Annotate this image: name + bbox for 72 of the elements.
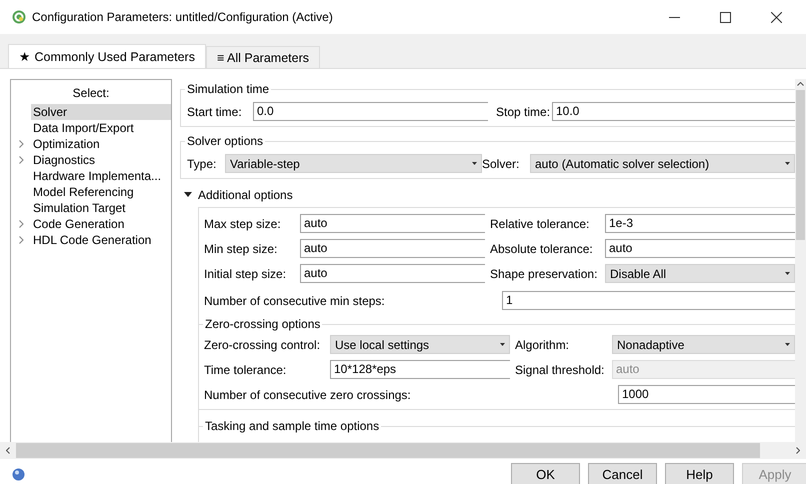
sidebar-item[interactable]: Code Generation [31, 216, 171, 232]
maximize-icon[interactable] [720, 12, 731, 22]
input-field[interactable]: 10*128*eps [330, 360, 510, 379]
caret-icon [472, 162, 477, 165]
sidebar-item[interactable]: Diagnostics [31, 152, 171, 168]
sidebar-item[interactable]: Simulation Target [31, 200, 171, 216]
group-title: Solver options [185, 134, 266, 148]
input-field[interactable]: 1e-3 [605, 214, 795, 233]
input-field[interactable]: 1 [502, 291, 795, 310]
dialog-button[interactable]: Cancel [588, 463, 657, 484]
close-icon[interactable] [771, 12, 782, 22]
field-label: Absolute tolerance: [489, 242, 594, 256]
field-label: Initial step size: [204, 266, 288, 280]
field-label: Stop time: [495, 104, 552, 118]
sidebar-item[interactable]: Model Referencing [31, 184, 171, 200]
window-title: Configuration Parameters: untitled/Configuration (Active) [32, 10, 333, 24]
group-title: Zero-crossing options [203, 317, 322, 331]
dropdown[interactable]: Disable All [605, 264, 795, 283]
dropdown[interactable]: Use local settings [330, 335, 510, 354]
field-label: Type: [187, 156, 218, 170]
horizontal-scrollbar[interactable] [0, 442, 806, 459]
dialog-button[interactable]: Help [665, 463, 734, 484]
section-title: Additional options [198, 188, 293, 202]
vertical-scrollbar[interactable] [795, 79, 806, 442]
chevron-icon[interactable] [19, 140, 24, 148]
input-field[interactable]: auto [300, 214, 485, 233]
dropdown[interactable]: auto (Automatic solver selection) [530, 154, 795, 173]
field-label: Zero-crossing control: [204, 338, 322, 352]
field-label: Time tolerance: [204, 362, 288, 376]
input-field[interactable]: auto [605, 239, 795, 258]
input-field[interactable]: 0.0 [253, 102, 488, 121]
scroll-up-icon[interactable] [797, 82, 804, 86]
field-label: Min step size: [204, 242, 278, 256]
input-field[interactable]: auto [300, 264, 485, 283]
caret-icon [500, 343, 505, 346]
chevron-icon[interactable] [19, 156, 24, 164]
sidebar-item[interactable]: Hardware Implementa... [31, 168, 171, 184]
dropdown[interactable]: Variable-step [225, 154, 482, 173]
group-title: Tasking and sample time options [203, 419, 382, 433]
field-label: Number of consecutive min steps: [204, 294, 386, 308]
field-label: Start time: [187, 104, 243, 118]
minimize-icon[interactable] [669, 16, 680, 18]
chevron-icon[interactable] [19, 220, 24, 228]
scroll-right-icon[interactable] [796, 447, 800, 454]
sidebar-item[interactable]: Optimization [31, 136, 171, 152]
caret-icon [785, 272, 790, 275]
app-icon [12, 10, 26, 24]
group-title: Simulation time [185, 82, 272, 96]
field-label: Relative tolerance: [489, 216, 590, 230]
help-icon[interactable] [12, 468, 25, 481]
field-label: Solver: [482, 156, 520, 170]
input-field[interactable]: auto [300, 239, 485, 258]
chevron-icon[interactable] [19, 236, 24, 244]
caret-icon [785, 162, 790, 165]
field-label: Number of consecutive zero crossings: [204, 388, 412, 402]
field-label: Max step size: [204, 216, 282, 230]
sidebar-heading: Select: [72, 85, 110, 102]
dialog-button[interactable]: OK [511, 463, 580, 484]
sidebar-item[interactable]: Data Import/Export [31, 120, 171, 136]
tab[interactable]: ≡ All Parameters [206, 46, 320, 68]
dropdown[interactable]: Nonadaptive [612, 335, 795, 354]
expand-triangle-icon[interactable] [184, 191, 192, 199]
input-field[interactable]: 10.0 [552, 102, 795, 121]
sidebar-item[interactable]: HDL Code Generation [31, 232, 171, 248]
sidebar-item[interactable]: Solver [31, 104, 171, 120]
field-label: Signal threshold: [514, 362, 606, 376]
field-label: Algorithm: [514, 338, 570, 352]
scroll-left-icon[interactable] [6, 447, 10, 454]
field-label: Shape preservation: [489, 266, 598, 280]
caret-icon [785, 343, 790, 346]
tab[interactable]: ★ Commonly Used Parameters [8, 44, 206, 68]
input-field[interactable]: 1000 [618, 385, 795, 404]
